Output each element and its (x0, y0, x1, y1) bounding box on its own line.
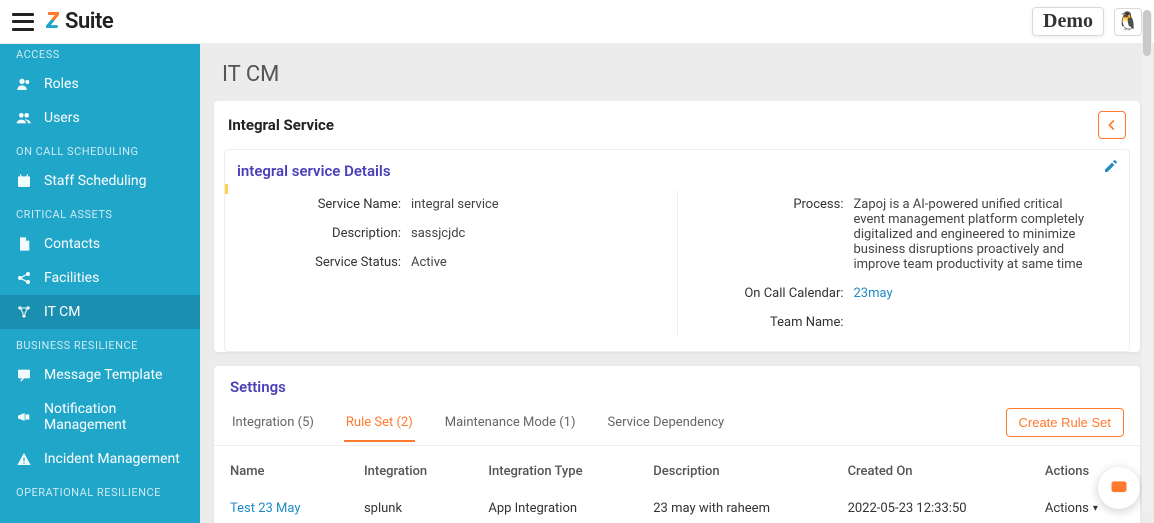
sidebar-heading: OPERATIONAL RESILIENCE (0, 476, 200, 505)
topbar: Z Suite Demo 🐧 (0, 0, 1154, 44)
sidebar-item-label: Incident Management (44, 451, 180, 467)
tab-rule-set-2[interactable]: Rule Set (2) (344, 403, 415, 442)
row-name[interactable]: Test 23 May (214, 491, 348, 523)
settings-tabs: Integration (5) Rule Set (2) Maintenance M… (214, 400, 1140, 446)
table-row: Test 23 May splunk App Integration 23 ma… (214, 491, 1140, 523)
sidebar-heading: BUSINESS RESILIENCE (0, 329, 200, 358)
description-value: sassjcjdc (411, 226, 651, 241)
brand-z-icon: Z (46, 9, 59, 34)
row-integration-type: App Integration (472, 491, 637, 523)
service-panel: Integral Service integral service Detail… (214, 101, 1140, 352)
sidebar-heading: CRITICAL ASSETS (0, 198, 200, 227)
demo-badge: Demo (1032, 7, 1104, 36)
create-rule-set-button[interactable]: Create Rule Set (1006, 408, 1125, 437)
status-label: Service Status: (261, 255, 411, 270)
sidebar-item-roles[interactable]: Roles (0, 67, 200, 101)
chat-icon (1109, 478, 1129, 498)
megaphone-icon (16, 409, 32, 425)
sidebar-item-facilities[interactable]: Facilities (0, 261, 200, 295)
team-label: Team Name: (704, 315, 854, 330)
browser-scrollbar[interactable] (1142, 10, 1152, 513)
details-card: integral service Details Service Name: i… (224, 149, 1130, 352)
service-name-value: integral service (411, 197, 651, 212)
col-description: Description (637, 452, 831, 491)
service-name-label: Service Name: (261, 197, 411, 212)
sidebar-item-staff-scheduling[interactable]: Staff Scheduling (0, 164, 200, 198)
description-label: Description: (261, 226, 411, 241)
edit-icon[interactable] (1103, 158, 1119, 174)
calendar-icon (16, 173, 32, 189)
users-icon (16, 110, 32, 126)
status-value: Active (411, 255, 651, 270)
tab-service-dependency[interactable]: Service Dependency (606, 403, 727, 442)
sidebar-item-label: Roles (44, 76, 79, 92)
row-integration: splunk (348, 491, 472, 523)
chat-fab[interactable] (1098, 467, 1140, 509)
arrow-left-icon (1104, 117, 1120, 133)
calendar-value[interactable]: 23may (854, 286, 1094, 301)
row-actions-dropdown[interactable]: Actions ▾ (1045, 501, 1098, 516)
process-value: Zapoj is a AI-powered unified critical e… (854, 197, 1094, 272)
sidebar-item-notification-management[interactable]: Notification Management (0, 392, 200, 442)
caret-down-icon: ▾ (1093, 503, 1098, 514)
sidebar-item-label: Message Template (44, 367, 162, 383)
sidebar-item-label: Contacts (44, 236, 100, 252)
sidebar-item-label: Notification Management (44, 401, 184, 433)
col-integration: Integration (348, 452, 472, 491)
details-left-column: Service Name: integral service Descripti… (235, 190, 677, 337)
share-icon (16, 270, 32, 286)
col-name: Name (214, 452, 348, 491)
doc-icon (16, 236, 32, 252)
rule-set-table: Name Integration Integration Type Descri… (214, 452, 1140, 523)
settings-panel: Settings Integration (5) Rule Set (2) Main… (214, 366, 1140, 523)
row-description: 23 may with raheem (637, 491, 831, 523)
sidebar-item-it-cm[interactable]: IT CM (0, 295, 200, 329)
back-button[interactable] (1098, 111, 1126, 139)
col-created-on: Created On (832, 452, 1029, 491)
sidebar-item-label: Users (44, 110, 80, 126)
sidebar-item-label: IT CM (44, 304, 81, 320)
brand-logo[interactable]: Z Suite (46, 9, 113, 34)
details-right-column: Process: Zapoj is a AI-powered unified c… (677, 190, 1120, 337)
sidebar-item-users[interactable]: Users (0, 101, 200, 135)
sidebar-item-message-template[interactable]: Message Template (0, 358, 200, 392)
network-icon (16, 304, 32, 320)
calendar-label: On Call Calendar: (704, 286, 854, 301)
sidebar-heading: ACCESS (0, 46, 200, 67)
tab-integration-5[interactable]: Integration (5) (230, 403, 316, 442)
col-integration-type: Integration Type (472, 452, 637, 491)
user-avatar-icon[interactable]: 🐧 (1114, 8, 1142, 36)
sidebar-item-incident-management[interactable]: Incident Management (0, 442, 200, 476)
sidebar-item-label: Facilities (44, 270, 99, 286)
accent-bar (225, 184, 228, 194)
brand-suite-label: Suite (65, 9, 113, 34)
menu-toggle-icon[interactable] (12, 13, 34, 31)
warning-icon (16, 451, 32, 467)
scrollbar-thumb[interactable] (1143, 10, 1151, 56)
details-title: integral service Details (235, 158, 1119, 190)
sidebar: ACCESS Roles Users ON CALL SCHEDULING Staff … (0, 44, 200, 523)
process-label: Process: (704, 197, 854, 212)
panel-title: Integral Service (228, 116, 334, 134)
sidebar-item-label: Staff Scheduling (44, 173, 147, 189)
message-icon (16, 367, 32, 383)
main-content: IT CM Integral Service integral service … (200, 44, 1154, 523)
roles-icon (16, 76, 32, 92)
sidebar-item-contacts[interactable]: Contacts (0, 227, 200, 261)
row-created-on: 2022-05-23 12:33:50 (832, 491, 1029, 523)
sidebar-heading: ON CALL SCHEDULING (0, 135, 200, 164)
page-title: IT CM (200, 44, 1154, 101)
tab-maintenance-mode-1[interactable]: Maintenance Mode (1) (443, 403, 578, 442)
settings-title: Settings (214, 366, 1140, 400)
